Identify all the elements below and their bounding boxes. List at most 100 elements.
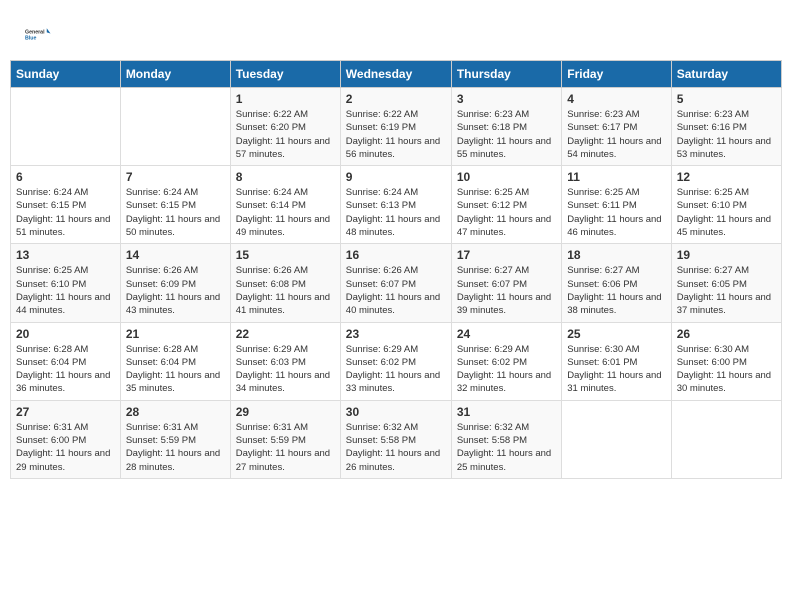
day-number: 6 [16,170,115,184]
calendar-cell: 30Sunrise: 6:32 AM Sunset: 5:58 PM Dayli… [340,400,451,478]
day-info: Sunrise: 6:26 AM Sunset: 6:08 PM Dayligh… [236,264,335,317]
calendar-cell: 7 Sunrise: 6:24 AM Sunset: 6:15 PM Daylig… [120,166,230,244]
calendar-cell [562,400,671,478]
day-number: 4 [567,92,665,106]
calendar-cell: 2 Sunrise: 6:22 AM Sunset: 6:19 PM Daylig… [340,88,451,166]
calendar-header-row: SundayMondayTuesdayWednesdayThursdayFrid… [11,61,782,88]
day-header-friday: Friday [562,61,671,88]
calendar-cell [120,88,230,166]
day-header-wednesday: Wednesday [340,61,451,88]
day-number: 9 [346,170,446,184]
calendar-week-2: 6 Sunrise: 6:24 AM Sunset: 6:15 PM Daylig… [11,166,782,244]
day-info: Sunrise: 6:24 AM Sunset: 6:13 PM Dayligh… [346,186,446,239]
day-number: 25 [567,327,665,341]
day-info: Sunrise: 6:29 AM Sunset: 6:03 PM Dayligh… [236,343,335,396]
calendar-cell: 16Sunrise: 6:26 AM Sunset: 6:07 PM Dayli… [340,244,451,322]
calendar-cell: 9 Sunrise: 6:24 AM Sunset: 6:13 PM Daylig… [340,166,451,244]
calendar-cell: 22 Sunrise: 6:29 AM Sunset: 6:03 PM Dayli… [230,322,340,400]
day-number: 23 [346,327,446,341]
day-info: Sunrise: 6:26 AM Sunset: 6:09 PM Dayligh… [126,264,225,317]
day-info: Sunrise: 6:27 AM Sunset: 6:05 PM Dayligh… [677,264,776,317]
day-info: Sunrise: 6:24 AM Sunset: 6:15 PM Dayligh… [16,186,115,239]
day-number: 22 [236,327,335,341]
day-info: Sunrise: 6:25 AM Sunset: 6:11 PM Dayligh… [567,186,665,239]
day-info: Sunrise: 6:31 AM Sunset: 5:59 PM Dayligh… [126,421,225,474]
day-info: Sunrise: 6:26 AM Sunset: 6:07 PM Dayligh… [346,264,446,317]
page-header: GeneralBlue [10,10,782,55]
day-info: Sunrise: 6:27 AM Sunset: 6:06 PM Dayligh… [567,264,665,317]
day-number: 28 [126,405,225,419]
calendar-cell: 29 Sunrise: 6:31 AM Sunset: 5:59 PM Dayli… [230,400,340,478]
calendar-week-4: 20 Sunrise: 6:28 AM Sunset: 6:04 PM Dayli… [11,322,782,400]
calendar-cell: 28 Sunrise: 6:31 AM Sunset: 5:59 PM Dayli… [120,400,230,478]
day-info: Sunrise: 6:30 AM Sunset: 6:00 PM Dayligh… [677,343,776,396]
calendar-cell: 25 Sunrise: 6:30 AM Sunset: 6:01 PM Dayli… [562,322,671,400]
day-number: 11 [567,170,665,184]
calendar-cell: 31 Sunrise: 6:32 AM Sunset: 5:58 PM Dayli… [451,400,561,478]
day-number: 29 [236,405,335,419]
calendar-cell: 5 Sunrise: 6:23 AM Sunset: 6:16 PM Daylig… [671,88,781,166]
day-header-tuesday: Tuesday [230,61,340,88]
calendar-cell: 12 Sunrise: 6:25 AM Sunset: 6:10 PM Dayli… [671,166,781,244]
svg-text:General: General [25,30,45,36]
day-number: 18 [567,248,665,262]
day-number: 17 [457,248,556,262]
day-info: Sunrise: 6:24 AM Sunset: 6:15 PM Dayligh… [126,186,225,239]
day-number: 7 [126,170,225,184]
day-number: 14 [126,248,225,262]
day-number: 5 [677,92,776,106]
calendar-cell: 1 Sunrise: 6:22 AM Sunset: 6:20 PM Daylig… [230,88,340,166]
day-info: Sunrise: 6:27 AM Sunset: 6:07 PM Dayligh… [457,264,556,317]
day-number: 2 [346,92,446,106]
day-number: 26 [677,327,776,341]
day-number: 24 [457,327,556,341]
day-number: 19 [677,248,776,262]
day-number: 31 [457,405,556,419]
day-number: 30 [346,405,446,419]
calendar-cell: 20 Sunrise: 6:28 AM Sunset: 6:04 PM Dayli… [11,322,121,400]
calendar-cell: 23Sunrise: 6:29 AM Sunset: 6:02 PM Dayli… [340,322,451,400]
calendar-cell: 26 Sunrise: 6:30 AM Sunset: 6:00 PM Dayli… [671,322,781,400]
calendar-cell: 27 Sunrise: 6:31 AM Sunset: 6:00 PM Dayli… [11,400,121,478]
day-info: Sunrise: 6:22 AM Sunset: 6:20 PM Dayligh… [236,108,335,161]
day-info: Sunrise: 6:22 AM Sunset: 6:19 PM Dayligh… [346,108,446,161]
logo: GeneralBlue [25,20,55,50]
day-info: Sunrise: 6:25 AM Sunset: 6:10 PM Dayligh… [677,186,776,239]
calendar-week-1: 1 Sunrise: 6:22 AM Sunset: 6:20 PM Daylig… [11,88,782,166]
day-number: 12 [677,170,776,184]
calendar-cell [671,400,781,478]
day-info: Sunrise: 6:29 AM Sunset: 6:02 PM Dayligh… [457,343,556,396]
day-info: Sunrise: 6:23 AM Sunset: 6:17 PM Dayligh… [567,108,665,161]
day-number: 3 [457,92,556,106]
day-number: 1 [236,92,335,106]
day-info: Sunrise: 6:25 AM Sunset: 6:10 PM Dayligh… [16,264,115,317]
day-number: 15 [236,248,335,262]
logo-icon: GeneralBlue [25,20,55,50]
day-number: 8 [236,170,335,184]
day-info: Sunrise: 6:24 AM Sunset: 6:14 PM Dayligh… [236,186,335,239]
day-info: Sunrise: 6:31 AM Sunset: 6:00 PM Dayligh… [16,421,115,474]
calendar-cell: 14 Sunrise: 6:26 AM Sunset: 6:09 PM Dayli… [120,244,230,322]
day-info: Sunrise: 6:31 AM Sunset: 5:59 PM Dayligh… [236,421,335,474]
day-number: 20 [16,327,115,341]
day-number: 27 [16,405,115,419]
calendar-cell: 10Sunrise: 6:25 AM Sunset: 6:12 PM Dayli… [451,166,561,244]
calendar-cell: 8 Sunrise: 6:24 AM Sunset: 6:14 PM Daylig… [230,166,340,244]
calendar-cell: 15 Sunrise: 6:26 AM Sunset: 6:08 PM Dayli… [230,244,340,322]
calendar-cell: 13Sunrise: 6:25 AM Sunset: 6:10 PM Dayli… [11,244,121,322]
day-info: Sunrise: 6:28 AM Sunset: 6:04 PM Dayligh… [16,343,115,396]
calendar: SundayMondayTuesdayWednesdayThursdayFrid… [10,60,782,479]
day-info: Sunrise: 6:32 AM Sunset: 5:58 PM Dayligh… [457,421,556,474]
day-header-saturday: Saturday [671,61,781,88]
calendar-cell: 4 Sunrise: 6:23 AM Sunset: 6:17 PM Daylig… [562,88,671,166]
day-info: Sunrise: 6:30 AM Sunset: 6:01 PM Dayligh… [567,343,665,396]
calendar-cell: 18 Sunrise: 6:27 AM Sunset: 6:06 PM Dayli… [562,244,671,322]
calendar-cell: 6 Sunrise: 6:24 AM Sunset: 6:15 PM Daylig… [11,166,121,244]
calendar-cell: 21Sunrise: 6:28 AM Sunset: 6:04 PM Dayli… [120,322,230,400]
day-info: Sunrise: 6:23 AM Sunset: 6:18 PM Dayligh… [457,108,556,161]
calendar-cell: 3 Sunrise: 6:23 AM Sunset: 6:18 PM Daylig… [451,88,561,166]
day-info: Sunrise: 6:23 AM Sunset: 6:16 PM Dayligh… [677,108,776,161]
calendar-cell: 19 Sunrise: 6:27 AM Sunset: 6:05 PM Dayli… [671,244,781,322]
day-info: Sunrise: 6:25 AM Sunset: 6:12 PM Dayligh… [457,186,556,239]
calendar-cell: 24 Sunrise: 6:29 AM Sunset: 6:02 PM Dayli… [451,322,561,400]
